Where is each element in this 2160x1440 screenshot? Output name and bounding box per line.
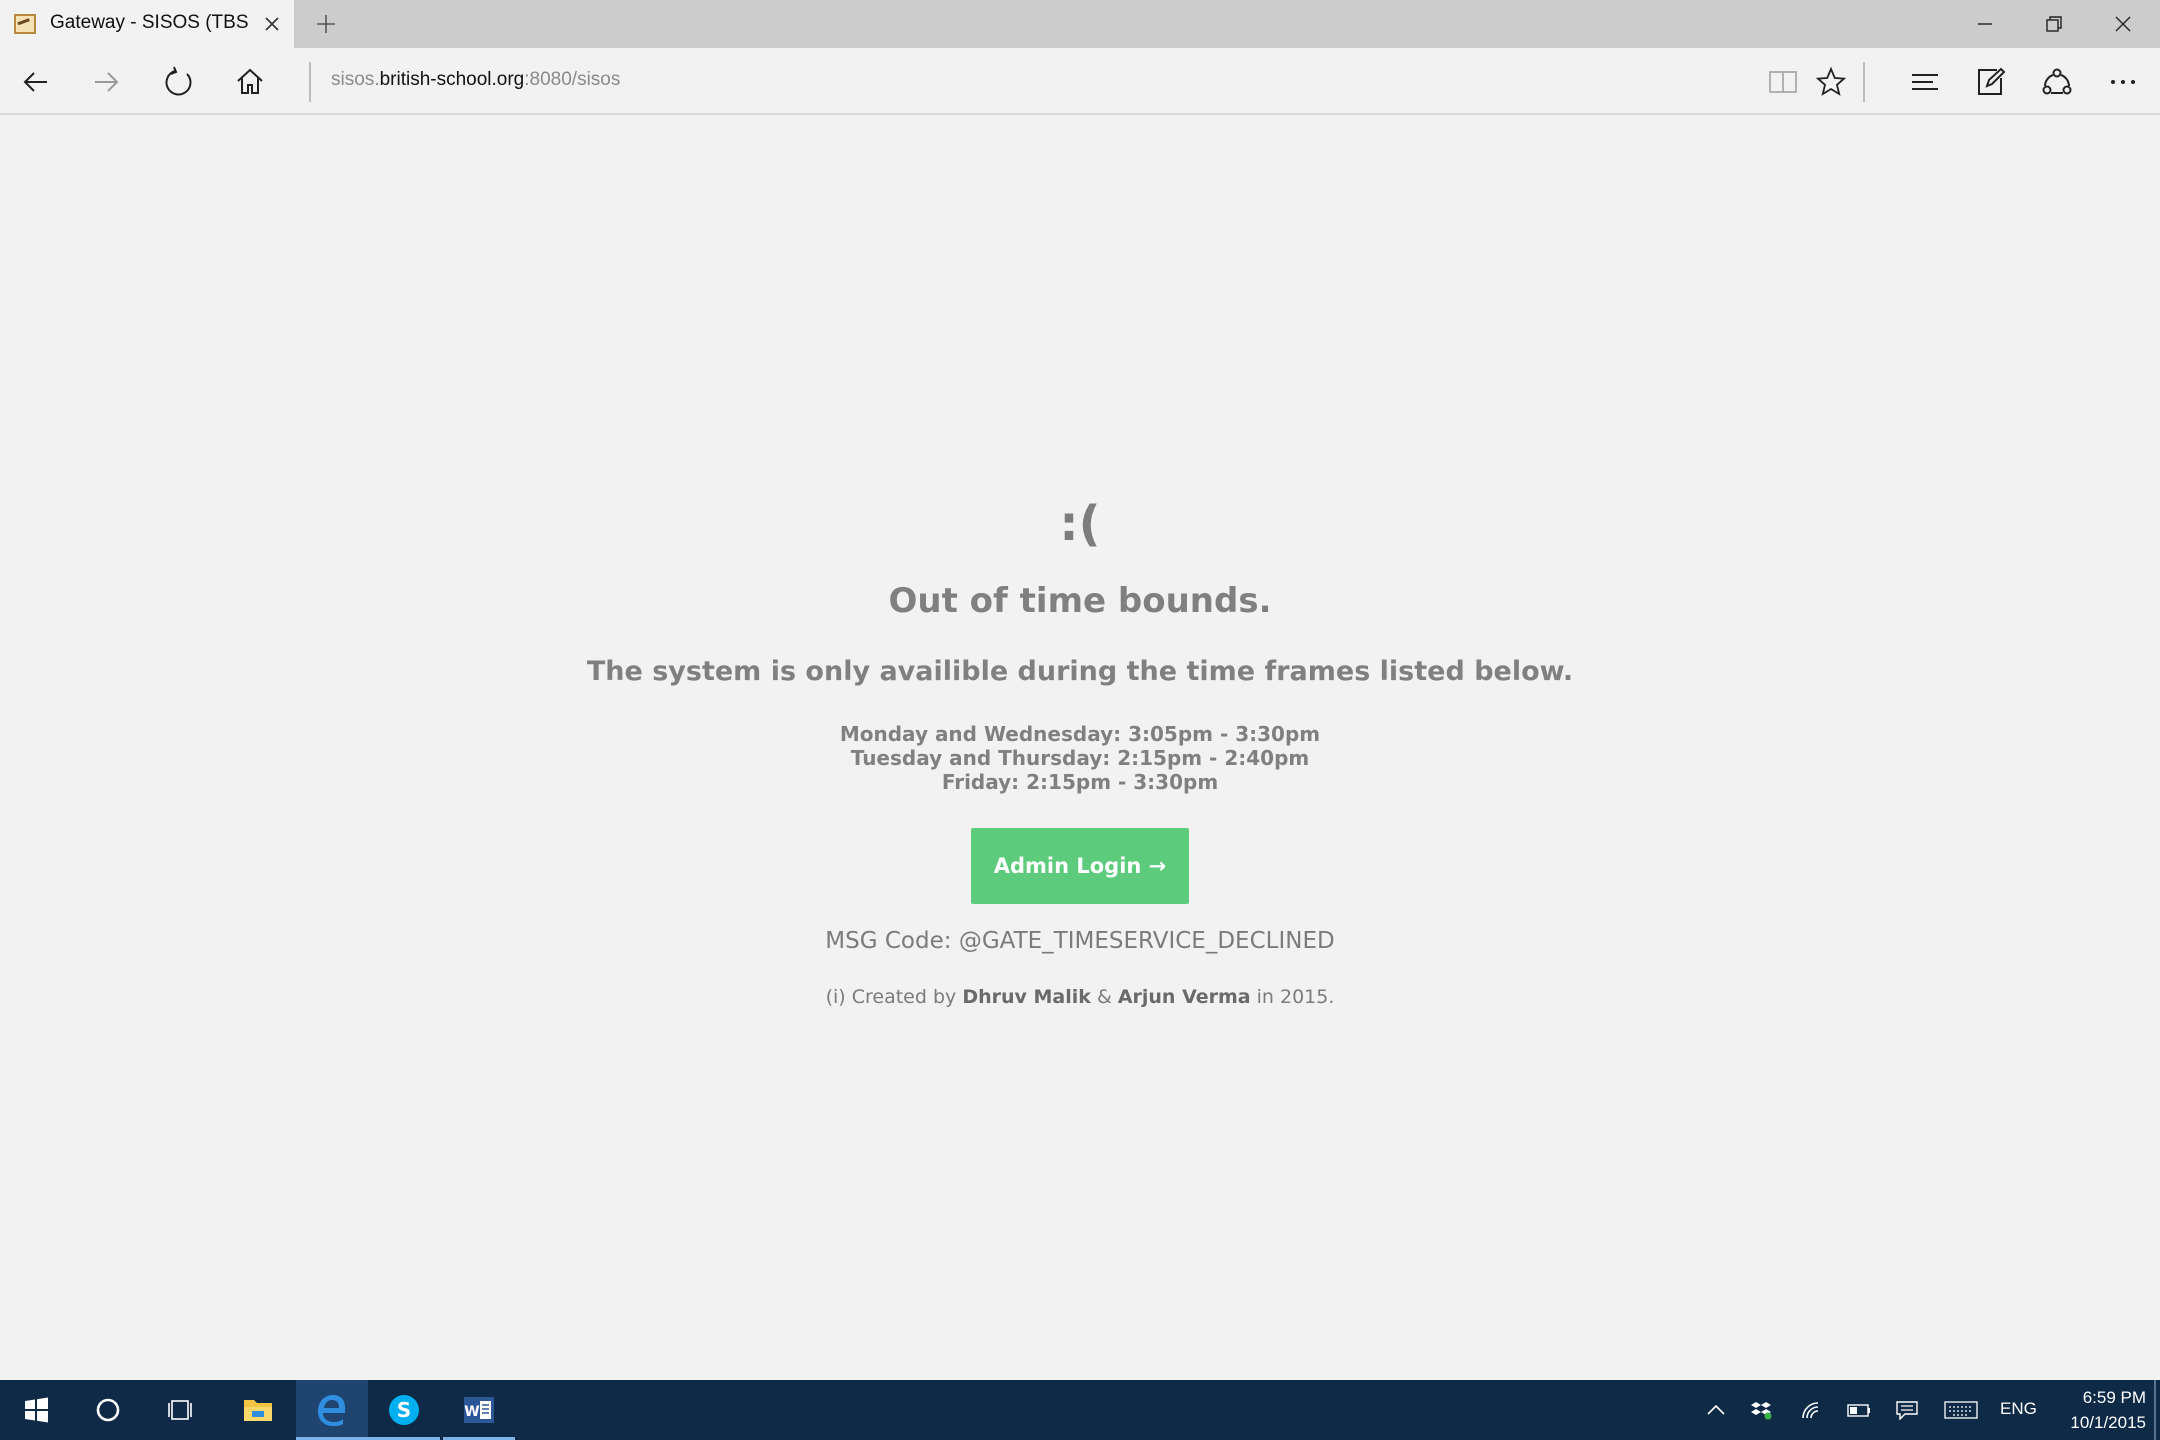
- clock-time: 6:59 PM: [2082, 1388, 2146, 1407]
- toolbar-divider: [1863, 62, 1865, 102]
- url-host: british-school.org: [379, 69, 525, 90]
- task-view-icon[interactable]: [144, 1380, 216, 1440]
- svg-text:S: S: [397, 1398, 411, 1422]
- battery-icon[interactable]: [1846, 1380, 1872, 1440]
- admin-login-button[interactable]: Admin Login →: [971, 828, 1189, 904]
- refresh-icon[interactable]: [157, 60, 201, 104]
- url-prefix: sisos.: [331, 69, 380, 90]
- page-content: :( Out of time bounds. The system is onl…: [0, 117, 2160, 1380]
- reading-view-icon[interactable]: [1761, 60, 1805, 104]
- action-center-icon[interactable]: [1894, 1380, 1920, 1440]
- favorite-star-icon[interactable]: [1809, 60, 1853, 104]
- hub-icon[interactable]: [1903, 60, 1947, 104]
- credit-line: (i) Created by Dhruv Malik & Arjun Verma…: [0, 986, 2160, 1008]
- chevron-up-icon[interactable]: [1704, 1380, 1728, 1440]
- home-icon[interactable]: [228, 60, 272, 104]
- sad-face: :(: [1059, 496, 1101, 552]
- wifi-icon[interactable]: [1800, 1380, 1826, 1440]
- svg-text:W: W: [464, 1404, 479, 1420]
- schedule-item: Friday: 2:15pm - 3:30pm: [941, 770, 1219, 794]
- file-explorer-icon[interactable]: [222, 1380, 294, 1440]
- page-title: Out of time bounds.: [888, 581, 1272, 621]
- browser-tab[interactable]: Gateway - SISOS (TBS Ir: [0, 0, 294, 48]
- address-bar[interactable]: sisos.british-school.org:8080/sisos: [331, 69, 620, 91]
- language-indicator[interactable]: ENG: [2000, 1399, 2037, 1419]
- site-favicon-icon: [14, 14, 36, 34]
- navigation-bar: sisos.british-school.org:8080/sisos: [0, 48, 2160, 115]
- start-icon[interactable]: [0, 1380, 72, 1440]
- cortana-icon[interactable]: [72, 1380, 144, 1440]
- back-icon[interactable]: [14, 60, 58, 104]
- share-icon[interactable]: [2035, 60, 2079, 104]
- tab-title: Gateway - SISOS (TBS Ir: [50, 12, 250, 33]
- web-note-icon[interactable]: [1969, 60, 2013, 104]
- clock-date: 10/1/2015: [2070, 1413, 2146, 1432]
- skype-icon[interactable]: S: [368, 1380, 440, 1440]
- url-suffix: :8080/sisos: [524, 69, 621, 90]
- credit-prefix: (i) Created by: [825, 986, 963, 1008]
- schedule-list: Monday and Wednesday: 3:05pm - 3:30pm Tu…: [0, 722, 2160, 794]
- credit-suffix: in 2015.: [1250, 986, 1335, 1008]
- new-tab-icon[interactable]: [312, 10, 340, 38]
- tab-strip: Gateway - SISOS (TBS Ir: [0, 0, 2160, 48]
- more-options-icon[interactable]: [2101, 60, 2145, 104]
- word-icon[interactable]: W: [443, 1380, 515, 1440]
- restore-icon[interactable]: [2020, 0, 2089, 48]
- clock[interactable]: 6:59 PM 10/1/2015: [2056, 1385, 2146, 1435]
- dropbox-icon[interactable]: [1750, 1380, 1774, 1440]
- schedule-item: Monday and Wednesday: 3:05pm - 3:30pm: [839, 722, 1321, 746]
- forward-icon[interactable]: [84, 60, 128, 104]
- show-desktop-button[interactable]: [2154, 1380, 2156, 1440]
- close-tab-icon[interactable]: [260, 12, 284, 36]
- close-window-icon[interactable]: [2089, 0, 2158, 48]
- credit-and: &: [1090, 986, 1118, 1008]
- author-name: Arjun Verma: [1117, 986, 1251, 1008]
- edge-icon[interactable]: [296, 1380, 368, 1440]
- availability-notice: The system is only availible during the …: [586, 656, 1574, 687]
- taskbar: S W ENG 6:59 PM 10/1/2015: [0, 1380, 2160, 1440]
- minimize-icon[interactable]: [1951, 0, 2020, 48]
- schedule-item: Tuesday and Thursday: 2:15pm - 2:40pm: [850, 746, 1310, 770]
- keyboard-icon[interactable]: [1944, 1380, 1978, 1440]
- author-name: Dhruv Malik: [962, 986, 1091, 1008]
- address-divider: [309, 62, 311, 102]
- message-code: MSG Code: @GATE_TIMESERVICE_DECLINED: [825, 928, 1335, 954]
